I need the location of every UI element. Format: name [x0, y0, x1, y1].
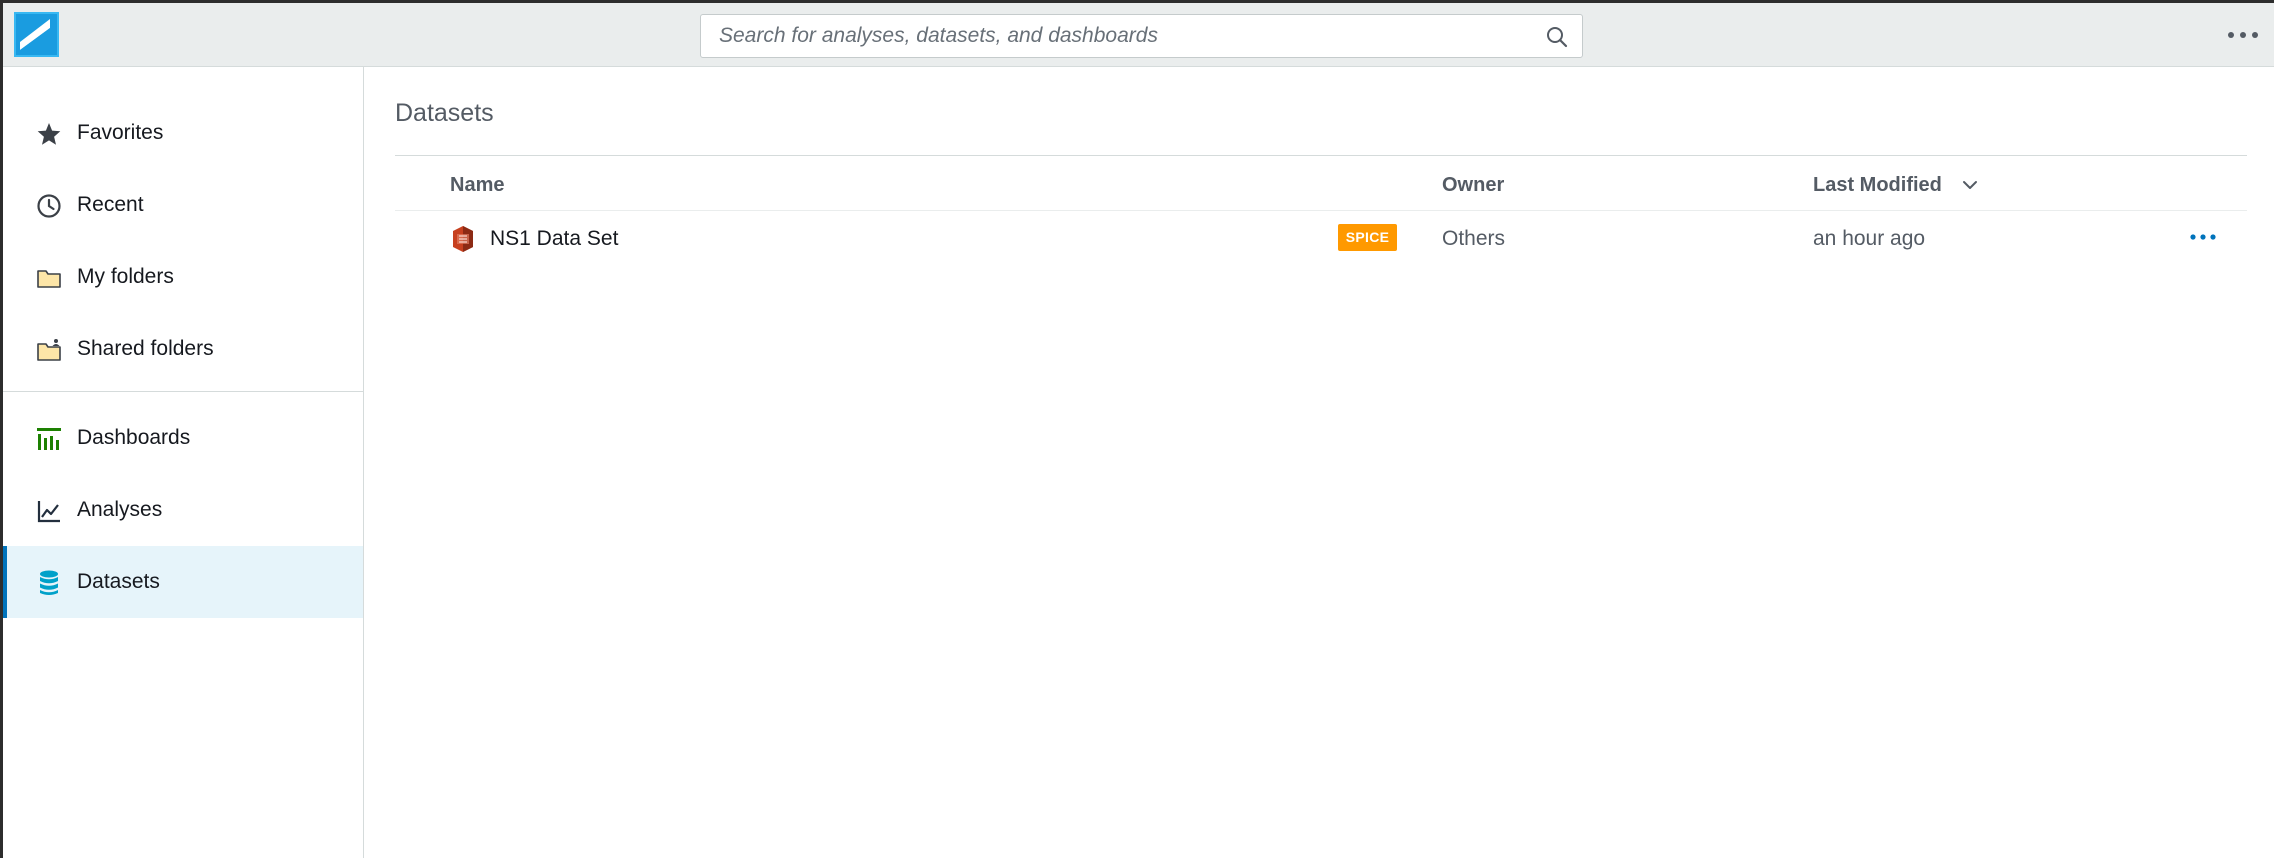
sidebar-item-label: Favorites [77, 121, 164, 144]
sidebar-item-recent[interactable]: Recent [3, 169, 363, 241]
app-frame: Favorites Recent My folders Shared folde… [0, 0, 2274, 858]
sidebar-divider [3, 391, 363, 392]
sidebar-item-label: Datasets [77, 570, 160, 593]
sidebar-item-label: Dashboards [77, 426, 191, 449]
clock-icon [35, 192, 63, 220]
folder-icon [35, 264, 63, 292]
row-actions-icon[interactable] [2188, 229, 2218, 245]
column-header-last-modified[interactable]: Last Modified [1813, 172, 1942, 198]
sidebar-item-shared-folders[interactable]: Shared folders [3, 313, 363, 385]
column-header-name[interactable]: Name [450, 172, 504, 198]
column-header-owner[interactable]: Owner [1442, 172, 1504, 198]
dataset-name[interactable]: NS1 Data Set [490, 225, 618, 253]
sidebar-item-analyses[interactable]: Analyses [3, 474, 363, 546]
main-content: Datasets Name Owner Last Modified NS1 Da… [365, 67, 2274, 858]
top-bar [3, 3, 2274, 67]
line-chart-icon [35, 497, 63, 525]
table-top-divider [395, 155, 2247, 156]
chevron-down-icon[interactable] [1960, 177, 1980, 193]
dataset-icon [453, 226, 473, 252]
more-horizontal-icon[interactable] [2225, 23, 2261, 47]
sidebar-item-label: Recent [77, 193, 144, 216]
search-icon[interactable] [1545, 25, 1569, 49]
sidebar-item-label: Shared folders [77, 337, 214, 360]
search-input[interactable] [702, 16, 1532, 56]
sidebar-item-favorites[interactable]: Favorites [3, 97, 363, 169]
dataset-last-modified: an hour ago [1813, 227, 1926, 250]
shared-folder-icon [35, 336, 63, 364]
sidebar-item-my-folders[interactable]: My folders [3, 241, 363, 313]
star-icon [35, 120, 63, 148]
database-icon [35, 569, 63, 597]
sidebar-item-dashboards[interactable]: Dashboards [3, 402, 363, 474]
spice-badge: SPICE [1338, 224, 1397, 251]
dashboard-icon [35, 425, 63, 453]
sidebar: Favorites Recent My folders Shared folde… [3, 67, 364, 858]
dataset-owner: Others [1442, 227, 1506, 250]
sidebar-item-datasets[interactable]: Datasets [3, 546, 363, 618]
sidebar-item-label: Analyses [77, 498, 163, 521]
quicksight-logo-icon[interactable] [14, 12, 59, 57]
search-box[interactable] [700, 14, 1583, 58]
table-header-divider [395, 210, 2247, 211]
page-title: Datasets [395, 99, 494, 127]
sidebar-item-label: My folders [77, 265, 174, 288]
